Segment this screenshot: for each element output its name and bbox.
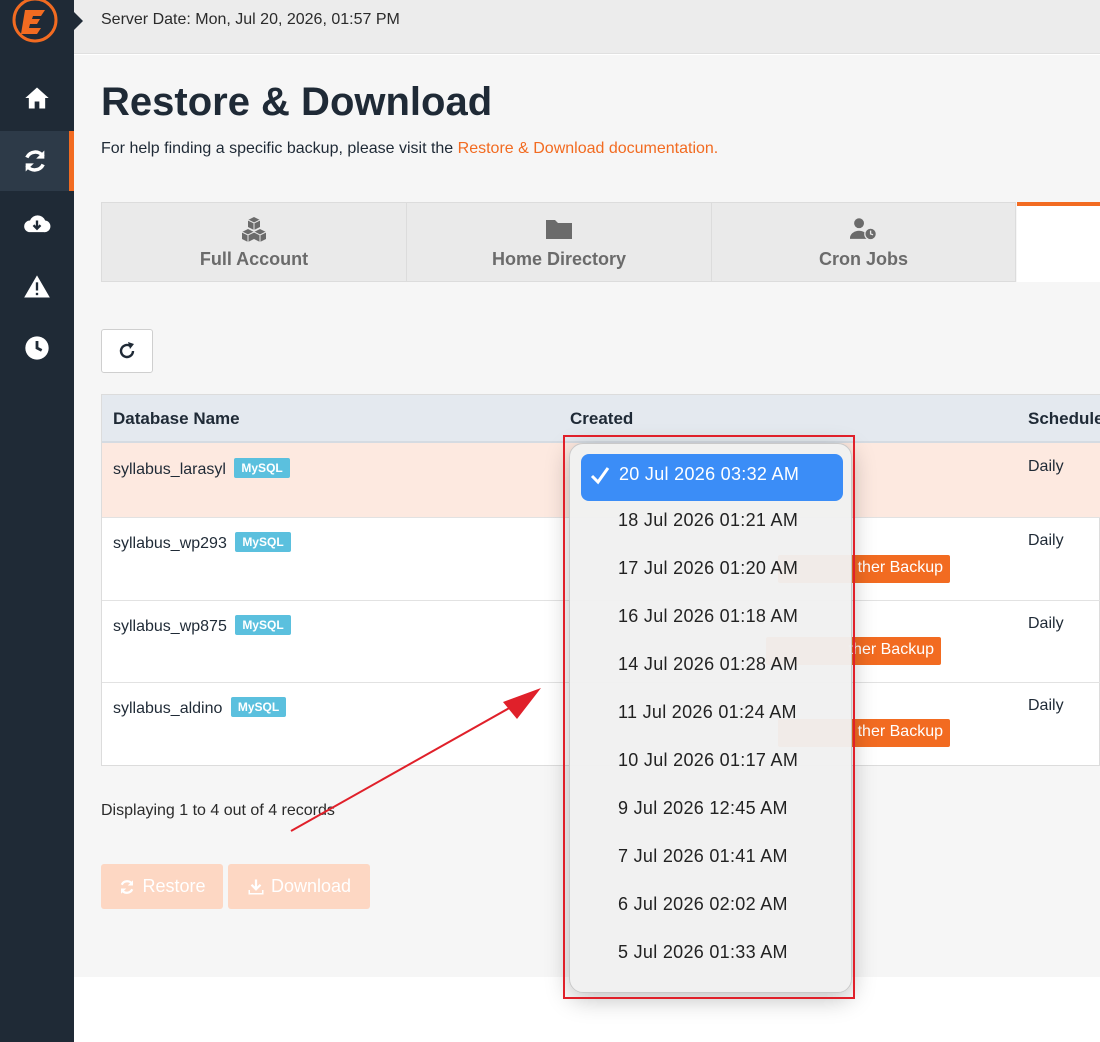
sidebar-item-restore[interactable] xyxy=(0,131,74,191)
server-date: Server Date: Mon, Jul 20, 2026, 01:57 PM xyxy=(101,11,400,28)
backup-type-tabs: Full Account Home Directory Cron Jobs xyxy=(101,202,1016,282)
tab-label: Home Directory xyxy=(491,248,627,269)
tab-home-directory[interactable]: Home Directory xyxy=(406,202,711,282)
sync-icon xyxy=(121,879,134,894)
schedule-value: Daily xyxy=(1028,532,1064,549)
tab-label: Cron Jobs xyxy=(818,248,908,269)
schedule-value: Daily xyxy=(1028,458,1064,475)
documentation-link[interactable]: Restore & Download documentation. xyxy=(458,140,719,157)
download-label: Download xyxy=(270,876,352,896)
warning-icon xyxy=(24,275,50,298)
topbar-notch xyxy=(74,12,83,30)
column-header-schedule[interactable]: Schedule xyxy=(1028,409,1100,429)
help-prefix: For help finding a specific backup, plea… xyxy=(101,140,454,157)
sidebar-item-download[interactable] xyxy=(0,194,74,254)
refresh-button[interactable] xyxy=(101,329,153,373)
database-name: syllabus_larasyl xyxy=(113,461,226,478)
cubes-icon xyxy=(241,216,267,242)
sidebar-item-alerts[interactable] xyxy=(0,257,74,317)
clock-icon xyxy=(25,336,49,360)
type-badge: MySQL xyxy=(234,458,290,478)
database-name: syllabus_wp875 xyxy=(113,618,227,635)
folder-icon xyxy=(546,219,572,239)
user-clock-icon xyxy=(849,217,877,240)
tab-label: Full Account xyxy=(199,248,309,269)
restore-label: Restore xyxy=(142,876,206,896)
tab-full-account[interactable]: Full Account xyxy=(101,202,406,282)
active-tab-indicator xyxy=(1017,202,1100,206)
cloud-download-icon xyxy=(24,215,51,233)
type-badge: MySQL xyxy=(235,532,291,552)
records-summary: Displaying 1 to 4 out of 4 records xyxy=(101,802,335,819)
column-header-name[interactable]: Database Name xyxy=(113,409,240,429)
annotation-highlight-box xyxy=(563,435,855,999)
restore-button[interactable]: Restore xyxy=(101,864,223,909)
sidebar-item-home[interactable] xyxy=(0,68,74,128)
help-text: For help finding a specific backup, plea… xyxy=(101,140,718,158)
app-logo[interactable] xyxy=(11,0,59,45)
home-icon xyxy=(25,87,49,109)
type-badge: MySQL xyxy=(235,615,291,635)
page-title: Restore & Download xyxy=(101,80,493,124)
sidebar-item-history[interactable] xyxy=(0,318,74,378)
database-name: syllabus_aldino xyxy=(113,700,223,717)
tab-databases-active[interactable] xyxy=(1017,206,1100,282)
sync-icon xyxy=(24,150,45,172)
column-header-created[interactable]: Created xyxy=(570,409,633,429)
download-icon xyxy=(248,879,264,894)
database-name: syllabus_wp293 xyxy=(113,535,227,552)
sidebar xyxy=(0,0,74,1042)
schedule-value: Daily xyxy=(1028,697,1064,714)
tab-cron-jobs[interactable]: Cron Jobs xyxy=(711,202,1016,282)
refresh-icon xyxy=(119,342,135,359)
download-button[interactable]: Download xyxy=(228,864,370,909)
type-badge: MySQL xyxy=(230,697,287,717)
schedule-value: Daily xyxy=(1028,615,1064,632)
